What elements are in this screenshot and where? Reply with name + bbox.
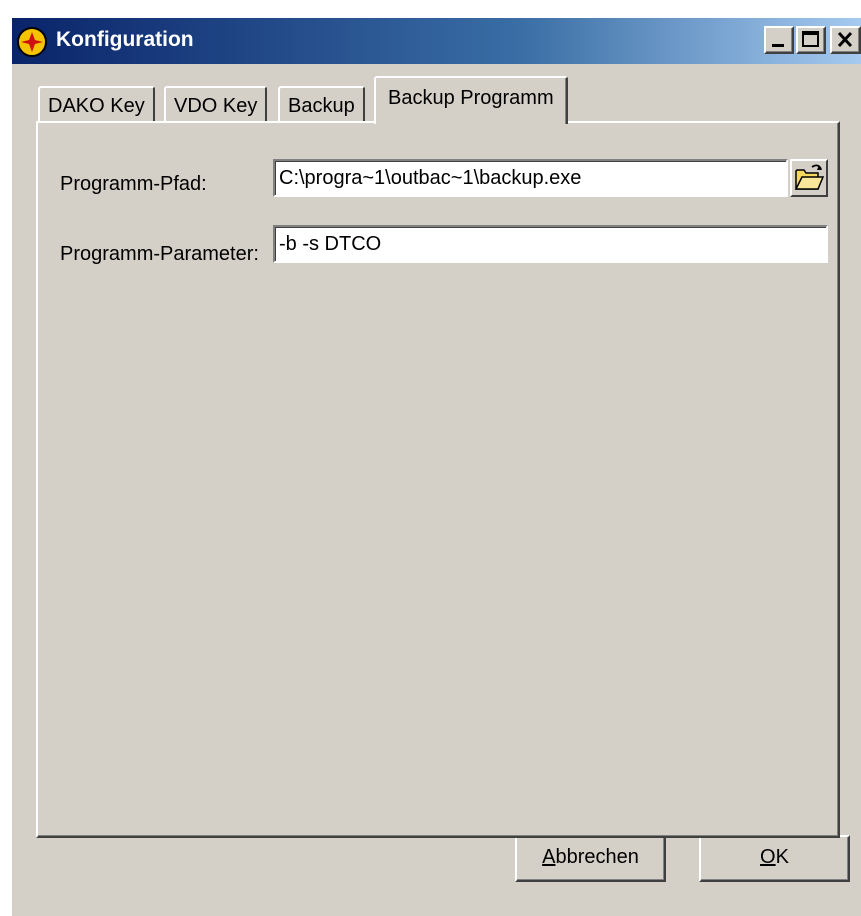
minimize-button[interactable] [764,26,794,54]
app-icon [17,27,47,57]
config-window: Konfiguration DAKO Key VDO Key Backup Ba… [10,16,861,916]
tab-dako-key[interactable]: DAKO Key [38,86,155,124]
cancel-mnemonic: A [542,846,556,868]
tab-backup[interactable]: Backup [278,86,365,124]
program-params-label: Programm-Parameter: [60,243,259,265]
tab-vdo-key[interactable]: VDO Key [164,86,268,124]
ok-label-rest: K [775,846,789,868]
minimize-icon [772,44,784,47]
tab-backup-programm[interactable]: Backup Programm [374,76,568,124]
tab-panel: Programm-Pfad: C:\progra~1\outbac~1\back… [36,121,840,838]
close-button[interactable] [830,26,861,54]
browse-button[interactable] [790,159,828,197]
program-params-input[interactable]: -b -s DTCO [273,225,828,263]
cancel-label-rest: bbrechen [555,846,639,868]
program-path-label: Programm-Pfad: [60,173,207,195]
ok-button[interactable]: OK [699,835,850,882]
close-icon [837,31,853,48]
program-path-input[interactable]: C:\progra~1\outbac~1\backup.exe [273,159,788,197]
cancel-button[interactable]: Abbrechen [515,835,666,882]
window-title: Konfiguration [56,28,194,51]
maximize-icon [802,31,819,47]
title-bar[interactable]: Konfiguration [12,18,861,64]
maximize-button[interactable] [796,26,826,54]
ok-mnemonic: O [760,846,776,868]
open-folder-icon [794,164,825,190]
